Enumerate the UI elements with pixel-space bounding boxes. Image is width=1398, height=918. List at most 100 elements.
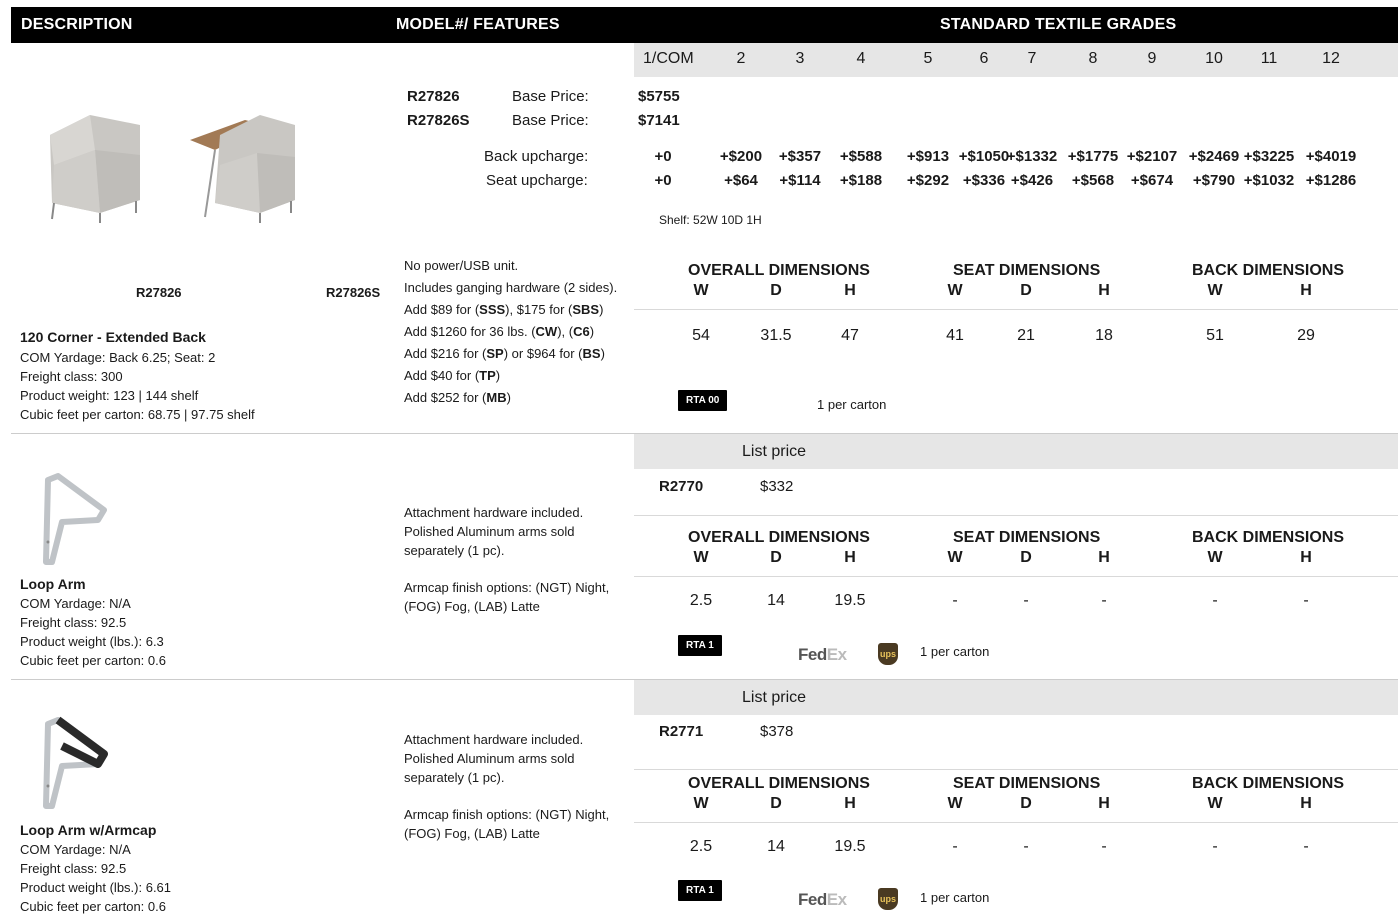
feature-list-armcap: Armcap finish options: (NGT) Night, (FOG…	[404, 578, 609, 616]
product-specs: COM Yardage: N/A Freight class: 92.5 Pro…	[20, 840, 171, 916]
dimension-value: -	[1023, 838, 1029, 855]
header-model-features: MODEL#/ FEATURES	[396, 16, 560, 33]
dimension-value: 2.5	[689, 838, 713, 855]
feature-item: Armcap finish options: (NGT) Night,	[404, 807, 610, 822]
grade-label: 11	[1260, 50, 1278, 67]
spec-freight-class: Freight class: 300	[20, 369, 123, 384]
feature-item: Add $89 for (SSS), $175 for (SBS)	[404, 302, 604, 317]
seat-upcharge-value: +$790	[1192, 172, 1236, 189]
dimension-letter-d: D	[1020, 795, 1032, 812]
dimension-value: 14	[767, 592, 785, 609]
grade-label: 3	[795, 50, 805, 67]
shelf-dimensions: Shelf: 52W 10D 1H	[659, 213, 762, 227]
dimension-letter-w: W	[947, 795, 963, 812]
dimension-letter-w: W	[1207, 795, 1223, 812]
base-price-value: $5755	[638, 88, 680, 105]
back-upcharge-label: Back upcharge:	[484, 148, 589, 165]
divider	[634, 309, 1398, 310]
dimension-letter-w: W	[693, 549, 709, 566]
dimension-letter-h: H	[844, 549, 856, 566]
divider	[634, 822, 1398, 823]
feature-item: Add $216 for (SP) or $964 for (BS)	[404, 346, 605, 361]
dimension-value: -	[1101, 592, 1107, 609]
feature-item: No power/USB unit.	[404, 258, 519, 273]
dimension-letter-d: D	[770, 282, 782, 299]
carton-count: 1 per carton	[920, 644, 990, 659]
base-price-label: Base Price:	[512, 88, 589, 105]
dimension-value: -	[1101, 838, 1107, 855]
dimension-letter-w: W	[693, 282, 709, 299]
feature-list-armcap: Armcap finish options: (NGT) Night, (FOG…	[404, 805, 609, 843]
spec-product-weight: Product weight (lbs.): 6.61	[20, 880, 172, 895]
spec-product-weight: Product weight: 123 | 144 shelf	[20, 388, 199, 403]
corner-chair-shelf-image	[190, 115, 295, 223]
image-label-r27826s: R27826S	[326, 285, 381, 300]
back-upcharge-value: +$200	[719, 148, 763, 165]
back-upcharge-value: +$357	[778, 148, 822, 165]
seat-dimensions-heading: SEAT DIMENSIONS	[953, 262, 1101, 279]
dimension-value: -	[1303, 592, 1309, 609]
dimension-letter-w: W	[947, 549, 963, 566]
model-number: R2770	[659, 478, 704, 495]
feature-list: Attachment hardware included. Polished A…	[404, 730, 583, 787]
seat-dimensions-heading: SEAT DIMENSIONS	[953, 529, 1101, 546]
dimension-value: 41	[946, 327, 964, 344]
dimension-letter-h: H	[1098, 795, 1110, 812]
model-number: R2771	[659, 723, 704, 740]
dimension-letter-d: D	[770, 795, 782, 812]
header-textile-grades: STANDARD TEXTILE GRADES	[940, 16, 1177, 33]
grade-label: 5	[923, 50, 933, 67]
grade-label: 6	[979, 50, 989, 67]
seat-upcharge-value: +$1286	[1305, 172, 1357, 189]
feature-item: Armcap finish options: (NGT) Night,	[404, 580, 610, 595]
back-upcharge-value: +$2107	[1126, 148, 1178, 165]
dimension-value: 29	[1297, 327, 1315, 344]
loop-arm-armcap-image	[43, 716, 108, 809]
feature-item: Polished Aluminum arms sold	[404, 751, 575, 766]
dimension-letter-d: D	[1020, 549, 1032, 566]
image-label-r27826: R27826	[136, 285, 182, 300]
table-header: DESCRIPTION MODEL#/ FEATURES STANDARD TE…	[11, 7, 1398, 43]
back-upcharge-value: +$913	[906, 148, 950, 165]
spec-freight-class: Freight class: 92.5	[20, 861, 127, 876]
overall-dimensions-heading: OVERALL DIMENSIONS	[688, 529, 870, 546]
seat-upcharge-value: +$568	[1071, 172, 1115, 189]
dimension-letter-w: W	[693, 795, 709, 812]
divider	[634, 515, 1398, 516]
feature-item: Polished Aluminum arms sold	[404, 524, 575, 539]
back-upcharge-value: +$1775	[1067, 148, 1119, 165]
seat-upcharge-value: +0	[654, 172, 672, 189]
seat-upcharge-value: +$292	[906, 172, 950, 189]
feature-item: Add $40 for (TP)	[404, 368, 501, 383]
dimension-letter-h: H	[844, 795, 856, 812]
seat-upcharge-value: +$1032	[1243, 172, 1295, 189]
grade-label: 7	[1027, 50, 1037, 67]
feature-list: Attachment hardware included. Polished A…	[404, 503, 583, 560]
feature-item: (FOG) Fog, (LAB) Latte	[404, 826, 540, 841]
back-upcharge-value: +$588	[839, 148, 883, 165]
back-upcharge-value: +$1332	[1006, 148, 1058, 165]
list-price-value: $332	[760, 478, 794, 495]
back-upcharge-value: +$4019	[1305, 148, 1357, 165]
back-upcharge-value: +0	[654, 148, 672, 165]
spec-com-yardage: COM Yardage: N/A	[20, 596, 131, 611]
back-dimensions-heading: BACK DIMENSIONS	[1192, 775, 1345, 792]
dimension-letter-h: H	[1300, 795, 1312, 812]
dimension-value: -	[952, 838, 958, 855]
seat-upcharge-value: +$64	[724, 172, 758, 189]
spec-cubic-feet: Cubic feet per carton: 0.6	[20, 899, 166, 914]
grade-label: 4	[856, 50, 866, 67]
product-specs: COM Yardage: Back 6.25; Seat: 2 Freight …	[20, 348, 255, 424]
dimension-value: 47	[841, 327, 859, 344]
dimension-letter-w: W	[1207, 549, 1223, 566]
feature-list: No power/USB unit. Includes ganging hard…	[404, 255, 617, 409]
back-dimensions-heading: BACK DIMENSIONS	[1192, 529, 1345, 546]
model-number: R27826S	[407, 112, 470, 129]
grade-label: 2	[736, 50, 746, 67]
divider	[634, 576, 1398, 577]
dimension-value: 14	[767, 838, 785, 855]
base-price-value: $7141	[638, 112, 680, 129]
feature-item: separately (1 pc).	[404, 770, 505, 785]
feature-item: separately (1 pc).	[404, 543, 505, 558]
corner-chair-image	[50, 115, 140, 223]
